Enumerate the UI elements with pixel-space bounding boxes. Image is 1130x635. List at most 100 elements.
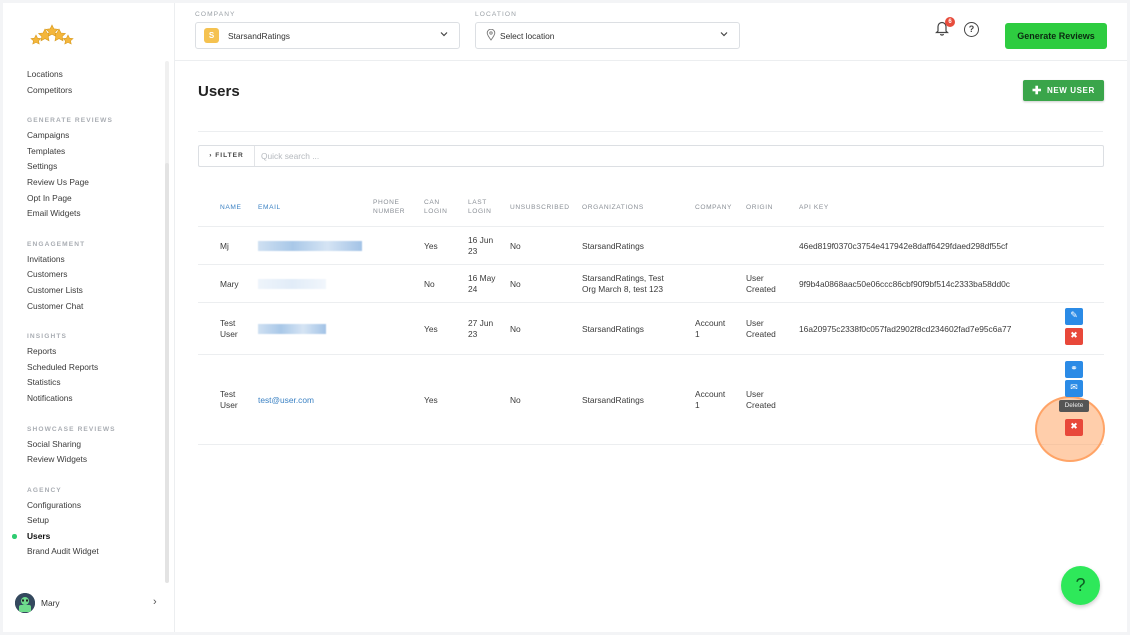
column-header-organizations[interactable]: ORGANIZATIONS xyxy=(582,203,644,212)
user-avatar-icon xyxy=(15,593,35,613)
sidebar-item-locations[interactable]: Locations xyxy=(3,67,163,83)
cell-unsubscribed: No xyxy=(510,394,521,405)
sidebar-item-review-us-page[interactable]: Review Us Page xyxy=(3,175,163,191)
sidebar-item-label: Customer Lists xyxy=(27,284,83,295)
cell-organizations: StarsandRatings xyxy=(582,394,644,405)
company-select[interactable]: S StarsandRatings xyxy=(195,22,460,49)
sidebar-item-invitations[interactable]: Invitations xyxy=(3,252,163,268)
column-header-can-login[interactable]: CAN LOGIN xyxy=(424,198,448,216)
sidebar-item-customers[interactable]: Customers xyxy=(3,267,163,283)
delete-button[interactable]: ✖ xyxy=(1065,419,1083,436)
sidebar-item-label: Brand Audit Widget xyxy=(27,546,99,557)
sidebar-item-scheduled-reports[interactable]: Scheduled Reports xyxy=(3,360,163,376)
cell-last-login: 16 May 24 xyxy=(468,273,496,294)
column-header-origin[interactable]: ORIGIN xyxy=(746,203,773,212)
table-row[interactable]: Test User test@user.com Yes No StarsandRatin… xyxy=(198,355,1104,445)
delete-tooltip: Delete xyxy=(1059,400,1089,412)
sidebar-item-label: Invitations xyxy=(27,253,65,264)
sidebar-item-label: Scheduled Reports xyxy=(27,361,99,372)
plus-icon: ✚ xyxy=(1032,85,1042,97)
email-icon: ✉ xyxy=(1070,383,1078,393)
column-header-last-login[interactable]: LAST LOGIN xyxy=(468,198,492,216)
sidebar-item-label: Setup xyxy=(27,515,49,526)
sidebar-nav: Locations Competitors GENERATE REVIEWS Camp… xyxy=(3,67,163,560)
sidebar-item-label: Review Us Page xyxy=(27,176,89,187)
sidebar-section-engagement: ENGAGEMENT xyxy=(27,240,86,248)
new-user-button[interactable]: ✚ NEW USER xyxy=(1023,80,1104,101)
cell-last-login: 16 Jun 23 xyxy=(468,235,494,256)
generate-reviews-button[interactable]: Generate Reviews xyxy=(1005,23,1107,49)
column-header-unsubscribed[interactable]: UNSUBSCRIBED xyxy=(510,203,570,212)
sidebar-item-setup[interactable]: Setup xyxy=(3,513,163,529)
table-header: NAME EMAIL PHONE NUMBER CAN LOGIN LAST LOGIN… xyxy=(198,194,1104,227)
table-row[interactable]: Test User Yes 27 Jun 23 No StarsandRatings Ac… xyxy=(198,303,1104,355)
chevron-right-icon[interactable]: › xyxy=(153,596,157,608)
sidebar-item-brand-audit-widget[interactable]: Brand Audit Widget xyxy=(3,544,163,560)
delete-button[interactable]: ✖ xyxy=(1065,328,1083,345)
delete-icon: ✖ xyxy=(1070,422,1078,432)
quick-search-input[interactable] xyxy=(261,149,1081,163)
sidebar-section-insights: INSIGHTS xyxy=(27,333,67,341)
link-icon: ⚭ xyxy=(1070,364,1078,374)
sidebar-scrollbar-thumb[interactable] xyxy=(165,163,169,583)
location-select[interactable]: Select location xyxy=(475,22,740,49)
sidebar-item-statistics[interactable]: Statistics xyxy=(3,375,163,391)
page-title: Users xyxy=(198,83,240,100)
chevron-down-icon xyxy=(720,32,728,37)
sidebar-item-label: Campaigns xyxy=(27,130,70,141)
cell-can-login: Yes xyxy=(424,240,438,251)
company-badge: S xyxy=(204,28,219,43)
column-header-name[interactable]: NAME xyxy=(220,203,241,212)
sidebar-item-customer-lists[interactable]: Customer Lists xyxy=(3,283,163,299)
column-header-phone-number[interactable]: PHONE NUMBER xyxy=(373,198,405,216)
sidebar-item-label: Reports xyxy=(27,346,57,357)
cell-can-login: Yes xyxy=(424,394,438,405)
stars-logo-icon[interactable] xyxy=(29,21,75,45)
cell-api-key: 16a20975c2338f0c057fad2902f8cd234602fad7… xyxy=(799,323,1012,334)
cell-email[interactable]: test@user.com xyxy=(258,395,314,406)
email-button[interactable]: ✉ xyxy=(1065,380,1083,397)
sidebar-item-campaigns[interactable]: Campaigns xyxy=(3,128,163,144)
sidebar-item-label: Opt In Page xyxy=(27,192,72,203)
company-select-value: StarsandRatings xyxy=(228,31,290,41)
edit-button[interactable]: ✎ xyxy=(1065,308,1083,325)
cell-company: Account 1 xyxy=(695,389,726,410)
sidebar-item-label: Locations xyxy=(27,69,63,79)
cell-origin: User Created xyxy=(746,273,776,294)
filter-toggle-button[interactable]: › FILTER xyxy=(199,146,255,166)
sidebar-item-label: Users xyxy=(27,530,51,541)
help-chat-button[interactable]: ? xyxy=(1061,566,1100,605)
sidebar-item-social-sharing[interactable]: Social Sharing xyxy=(3,437,163,453)
redacted-email xyxy=(258,279,326,289)
sidebar-item-settings[interactable]: Settings xyxy=(3,159,163,175)
sidebar-item-email-widgets[interactable]: Email Widgets xyxy=(3,206,163,222)
help-icon[interactable]: ? xyxy=(964,22,979,37)
sidebar-item-reports[interactable]: Reports xyxy=(3,344,163,360)
new-user-label: NEW USER xyxy=(1046,86,1095,95)
link-button[interactable]: ⚭ xyxy=(1065,361,1083,378)
sidebar-item-label: Social Sharing xyxy=(27,438,82,449)
topbar: COMPANY S StarsandRatings LOCATION Selec… xyxy=(175,3,1127,61)
cell-organizations: StarsandRatings xyxy=(582,240,644,251)
sidebar-item-customer-chat[interactable]: Customer Chat xyxy=(3,299,163,315)
map-pin-icon xyxy=(486,29,496,41)
sidebar-item-review-widgets[interactable]: Review Widgets xyxy=(3,452,163,468)
sidebar-item-configurations[interactable]: Configurations xyxy=(3,498,163,514)
column-header-company[interactable]: COMPANY xyxy=(695,203,732,212)
sidebar-item-templates[interactable]: Templates xyxy=(3,144,163,160)
divider xyxy=(198,131,1103,132)
avatar[interactable] xyxy=(15,593,35,613)
sidebar-item-competitors[interactable]: Competitors xyxy=(3,83,163,99)
company-label: COMPANY xyxy=(195,11,236,18)
sidebar-item-opt-in-page[interactable]: Opt In Page xyxy=(3,191,163,207)
table-row[interactable]: Mary No 16 May 24 No StarsandRatings, Test O… xyxy=(198,265,1104,303)
user-menu[interactable]: Mary › xyxy=(15,593,165,615)
sidebar-item-notifications[interactable]: Notifications xyxy=(3,391,163,407)
column-header-api-key[interactable]: API KEY xyxy=(799,203,829,212)
column-header-email[interactable]: EMAIL xyxy=(258,203,281,212)
sidebar-item-users[interactable]: Users xyxy=(3,529,163,545)
filter-label: FILTER xyxy=(215,152,244,159)
cell-origin: User Created xyxy=(746,389,776,410)
sidebar-item-label: Statistics xyxy=(27,377,61,388)
app-frame: Locations Competitors GENERATE REVIEWS Camp… xyxy=(3,3,1127,632)
